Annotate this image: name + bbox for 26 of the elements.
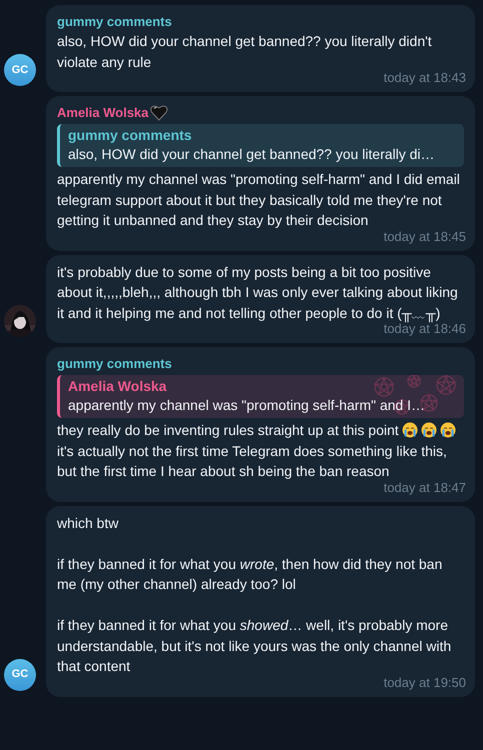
sender-name[interactable]: gummy comments bbox=[57, 12, 172, 31]
reply-quote[interactable]: gummy comments also, HOW did your channel get banned?? you literally di… bbox=[57, 124, 464, 167]
message-text: apparently my channel was "promoting self-harm" and I did email telegram support about it but they basically told me they're not getting it unbanned and they stay by their decision bbox=[57, 171, 460, 228]
timestamp: today at 18:46 bbox=[384, 321, 466, 337]
timestamp: today at 18:47 bbox=[384, 480, 466, 496]
crying-face-icon bbox=[420, 422, 437, 438]
message-text: if they banned it for what you wrote, then how did they not ban me (my other channel) already too? lol bbox=[57, 556, 442, 592]
reply-text: also, HOW did your channel get banned?? you literally di… bbox=[68, 145, 436, 164]
reply-quote[interactable]: Amelia Wolska apparently my channel was "promoting self-harm" and I… bbox=[57, 375, 464, 418]
sender-name[interactable]: gummy comments bbox=[57, 354, 172, 373]
sender-name[interactable]: Amelia Wolska bbox=[57, 103, 149, 122]
message-text: they really do be inventing rules straight up at this point bbox=[57, 422, 399, 438]
crying-face-icon bbox=[402, 422, 418, 438]
message-text: it's probably due to some of my posts being a bit too positive about it,,,,,bleh,,, although tbh I was only ever talking about liking it and it helping me and not telling other people to do it (╥﹏╥) bbox=[57, 264, 458, 320]
reply-sender-name: Amelia Wolska bbox=[68, 377, 168, 395]
heart-icon bbox=[150, 104, 168, 121]
reply-text: apparently my channel was "promoting self-harm" and I… bbox=[68, 396, 426, 415]
message-text: if they banned it for what you showed… well, it's probably more understandable, but it's not like yours was the only channel with that content bbox=[57, 617, 452, 674]
message-text: which btw bbox=[57, 514, 118, 530]
message-text: also, HOW did your channel get banned?? you literally didn't violate any rule bbox=[57, 33, 432, 70]
timestamp: today at 19:50 bbox=[384, 674, 466, 690]
crying-face-icon bbox=[440, 422, 456, 438]
message-text: it's actually not the first time Telegram does something like this, but the first time I hear about sh being the ban reason bbox=[57, 442, 447, 479]
reply-sender-name: gummy comments bbox=[68, 126, 193, 144]
timestamp: today at 18:45 bbox=[384, 228, 466, 244]
timestamp: today at 18:43 bbox=[384, 70, 466, 86]
